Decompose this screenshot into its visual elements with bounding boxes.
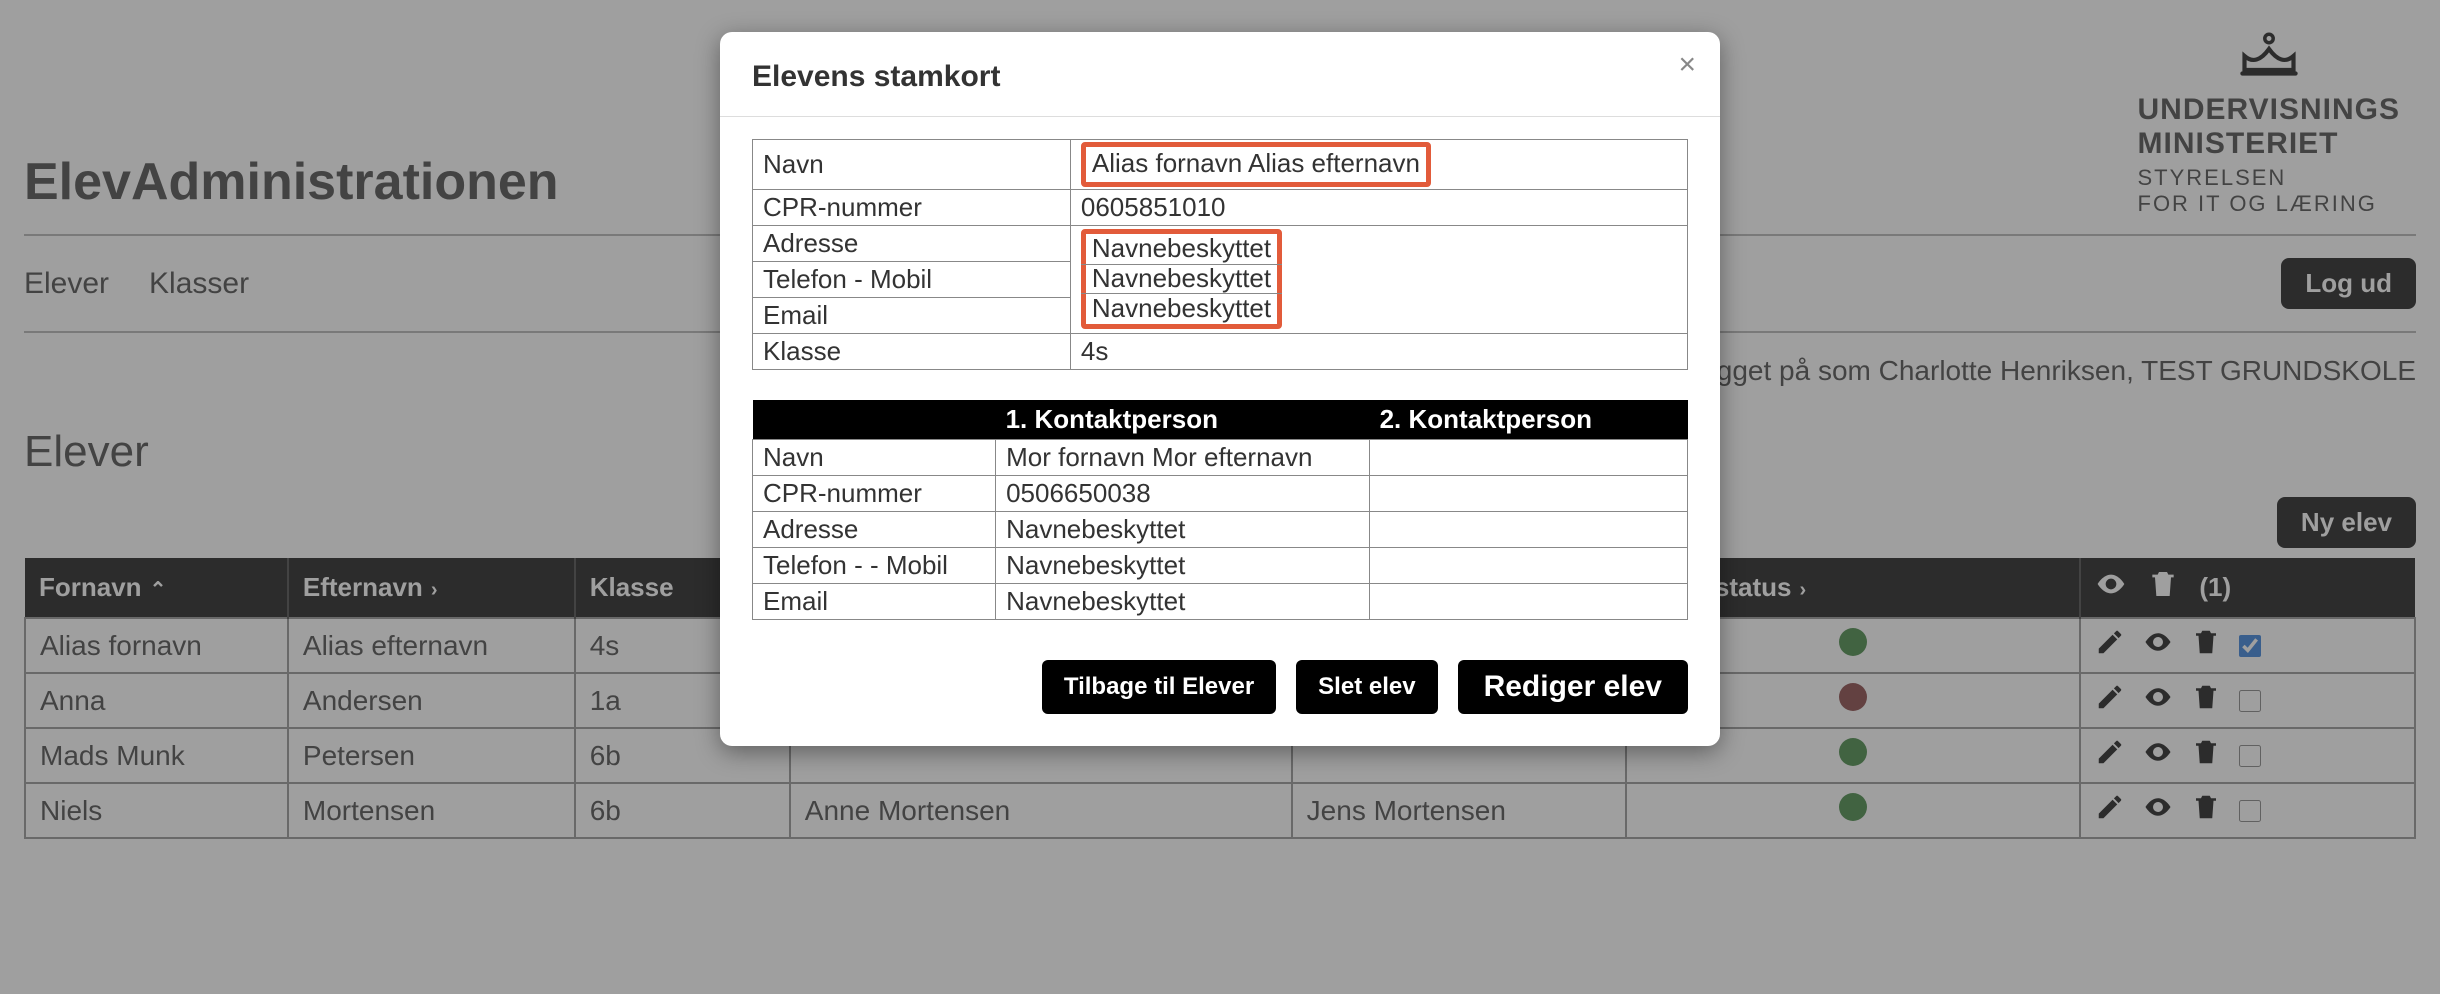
close-icon[interactable]: ×: [1678, 48, 1696, 82]
c1-telefon: Navnebeskyttet: [996, 547, 1370, 583]
value-email: Navnebeskyttet: [1092, 294, 1271, 324]
value-klasse: 4s: [1070, 333, 1687, 369]
label-adresse: Adresse: [753, 225, 1071, 261]
c-label-cpr: CPR-nummer: [753, 475, 996, 511]
c2-cpr: [1370, 475, 1688, 511]
label-telefon: Telefon - Mobil: [753, 261, 1071, 297]
student-info-table: Navn Alias fornavn Alias efternavn CPR-n…: [752, 139, 1688, 370]
student-card-modal: × Elevens stamkort Navn Alias fornavn Al…: [720, 32, 1720, 746]
delete-button[interactable]: Slet elev: [1296, 660, 1437, 714]
th-contact2: 2. Kontaktperson: [1370, 400, 1688, 440]
value-telefon: Navnebeskyttet: [1092, 264, 1271, 294]
c1-email: Navnebeskyttet: [996, 583, 1370, 619]
back-button[interactable]: Tilbage til Elever: [1042, 660, 1276, 714]
c2-navn: [1370, 439, 1688, 475]
value-navn: Alias fornavn Alias efternavn: [1081, 142, 1431, 187]
label-cpr: CPR-nummer: [753, 189, 1071, 225]
label-navn: Navn: [753, 140, 1071, 190]
edit-button[interactable]: Rediger elev: [1458, 660, 1688, 714]
modal-title: Elevens stamkort: [752, 60, 1688, 94]
c1-adresse: Navnebeskyttet: [996, 511, 1370, 547]
value-cpr: 0605851010: [1070, 189, 1687, 225]
c-label-adresse: Adresse: [753, 511, 996, 547]
label-klasse: Klasse: [753, 333, 1071, 369]
c-label-email: Email: [753, 583, 996, 619]
label-email: Email: [753, 297, 1071, 333]
c2-email: [1370, 583, 1688, 619]
c-label-telefon: Telefon - - Mobil: [753, 547, 996, 583]
protected-values-group: Navnebeskyttet Navnebeskyttet Navnebesky…: [1081, 229, 1282, 329]
value-adresse: Navnebeskyttet: [1092, 234, 1271, 264]
c1-cpr: 0506650038: [996, 475, 1370, 511]
c-label-navn: Navn: [753, 439, 996, 475]
c2-telefon: [1370, 547, 1688, 583]
c2-adresse: [1370, 511, 1688, 547]
th-contact1: 1. Kontaktperson: [996, 400, 1370, 440]
contacts-table: 1. Kontaktperson 2. Kontaktperson Navn M…: [752, 400, 1688, 620]
c1-navn: Mor fornavn Mor efternavn: [996, 439, 1370, 475]
